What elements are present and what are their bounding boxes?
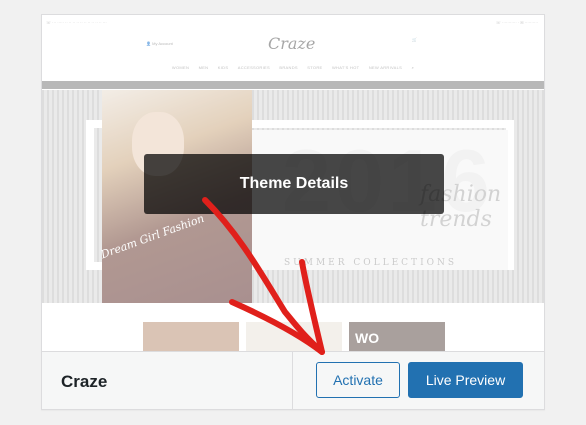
theme-details-button[interactable]: Theme Details xyxy=(144,154,444,214)
live-preview-button[interactable]: Live Preview xyxy=(408,362,523,398)
theme-card-footer: Craze Activate Live Preview xyxy=(42,351,544,409)
activate-button[interactable]: Activate xyxy=(316,362,400,398)
theme-screenshot[interactable]: ☏ ··· ····· ·· ·· ·· ·· ·· ·· ·· ·· ·· ·… xyxy=(42,15,544,351)
theme-card[interactable]: ☏ ··· ····· ·· ·· ·· ·· ·· ·· ·· ·· ·· ·… xyxy=(41,14,545,410)
theme-name: Craze xyxy=(61,372,108,391)
theme-actions: Activate Live Preview xyxy=(292,352,544,409)
